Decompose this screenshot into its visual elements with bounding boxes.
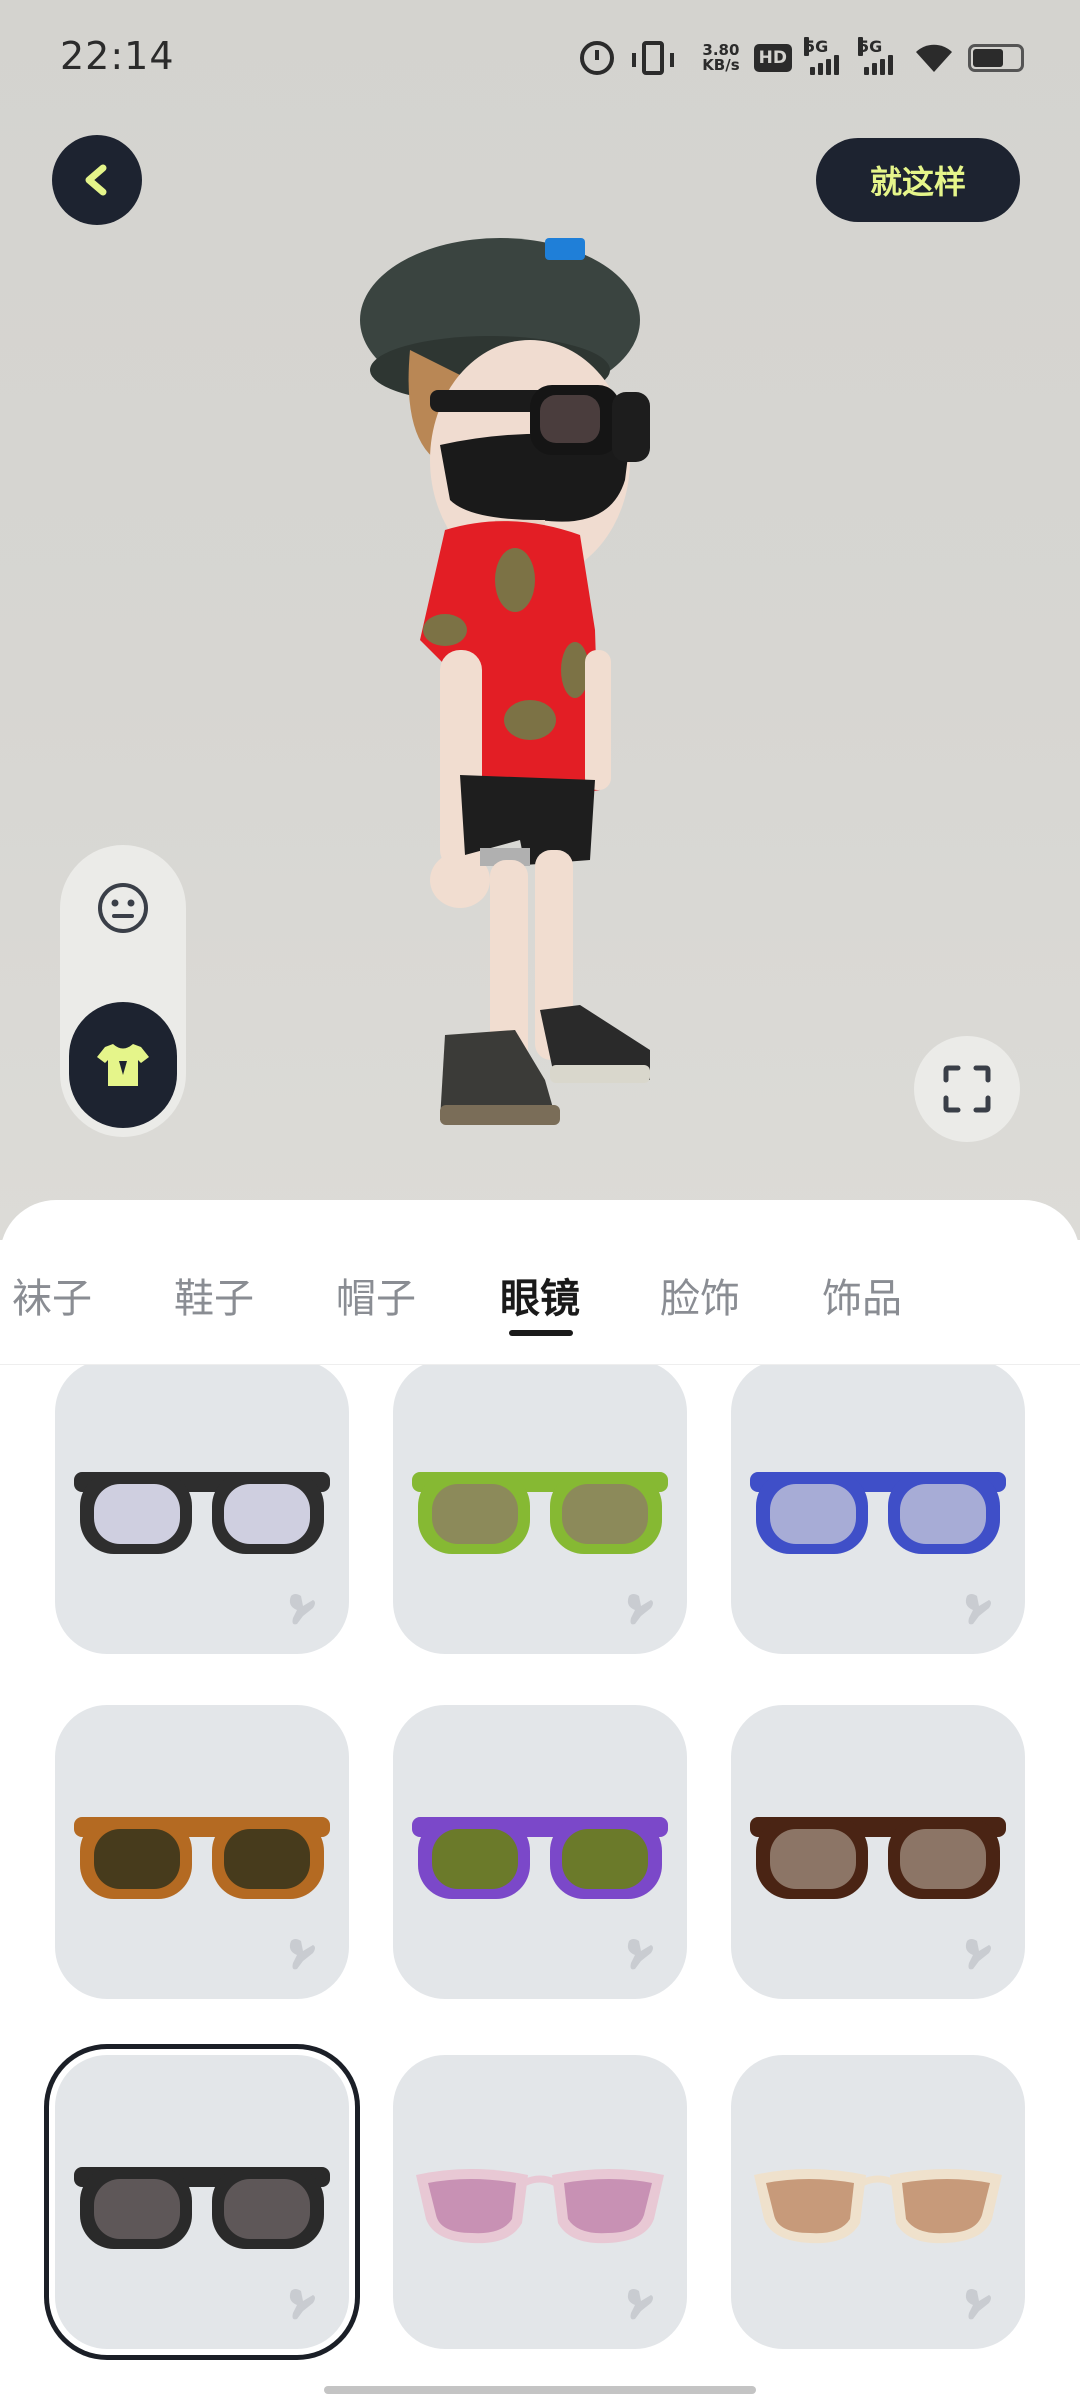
item-grid — [0, 1365, 1080, 2365]
chevron-left-icon — [85, 164, 107, 196]
glasses-item[interactable] — [393, 2055, 687, 2349]
glasses-thumbnail — [750, 1472, 1006, 1554]
glasses-item[interactable] — [731, 1705, 1025, 1999]
fullscreen-button[interactable] — [914, 1036, 1020, 1142]
hanger-icon — [965, 2289, 991, 2320]
hanger-icon — [627, 1594, 653, 1625]
done-button[interactable]: 就这样 — [816, 138, 1020, 222]
avatar-stage[interactable]: 22:14 3.80 KB/s HD 5G 5G 就这样 — [0, 0, 1080, 1240]
glasses-thumbnail — [74, 1817, 330, 1899]
active-tab-indicator — [509, 1330, 573, 1336]
glasses-thumbnail — [412, 1817, 668, 1899]
hd-icon: HD — [753, 44, 792, 72]
signal-1-label: 5G — [804, 37, 829, 56]
back-button[interactable] — [52, 135, 142, 225]
status-bar: 22:14 3.80 KB/s HD 5G 5G — [0, 0, 1080, 112]
category-tabs: 袜子 鞋子 帽子 眼镜 脸饰 饰品 — [0, 1200, 1080, 1365]
tab-face-accessories[interactable]: 脸饰 — [660, 1266, 740, 1326]
hanger-icon — [627, 1939, 653, 1970]
hanger-icon — [965, 1939, 991, 1970]
customize-sheet: 袜子 鞋子 帽子 眼镜 脸饰 饰品 — [0, 1200, 1080, 2400]
tab-shoes[interactable]: 鞋子 — [174, 1266, 254, 1326]
mode-switcher — [60, 845, 186, 1137]
hanger-icon — [289, 1939, 315, 1970]
battery-icon — [968, 44, 1024, 72]
glasses-thumbnail — [750, 1817, 1006, 1899]
network-speed: 3.80 KB/s — [702, 43, 739, 73]
face-mode-button[interactable] — [96, 881, 150, 935]
glasses-thumbnail — [74, 1472, 330, 1554]
status-icons: 3.80 KB/s HD 5G 5G — [580, 36, 1024, 80]
hanger-icon — [289, 1594, 315, 1625]
glasses-thumbnail — [412, 1472, 668, 1554]
wifi-icon — [914, 42, 954, 74]
glasses-thumbnail — [74, 2167, 330, 2249]
signal-icon-2: 5G — [858, 37, 900, 75]
home-indicator — [324, 2386, 756, 2394]
network-speed-unit: KB/s — [702, 56, 740, 74]
face-icon — [98, 883, 148, 933]
glasses-thumbnail — [754, 2169, 1002, 2244]
hanger-icon — [289, 2289, 315, 2320]
tshirt-icon — [97, 1044, 149, 1086]
vibrate-icon — [632, 41, 675, 75]
alarm-icon — [580, 41, 615, 75]
tab-accessories[interactable]: 饰品 — [822, 1266, 902, 1326]
glasses-thumbnail — [416, 2169, 664, 2244]
status-time: 22:14 — [60, 34, 175, 78]
glasses-item[interactable] — [55, 2055, 349, 2349]
fullscreen-icon — [943, 1065, 991, 1113]
hanger-icon — [627, 2289, 653, 2320]
avatar-figure[interactable] — [340, 200, 720, 1160]
glasses-item[interactable] — [393, 1365, 687, 1654]
tab-glasses[interactable]: 眼镜 — [500, 1266, 580, 1326]
tab-socks[interactable]: 袜子 — [12, 1266, 92, 1326]
hanger-icon — [965, 1594, 991, 1625]
glasses-item[interactable] — [731, 2055, 1025, 2349]
glasses-item[interactable] — [393, 1705, 687, 1999]
glasses-item[interactable] — [731, 1365, 1025, 1654]
signal-icon-1: 5G — [804, 37, 846, 75]
outfit-mode-button[interactable] — [69, 1002, 177, 1128]
signal-2-label: 5G — [858, 37, 883, 56]
glasses-item[interactable] — [55, 1705, 349, 1999]
tab-hats[interactable]: 帽子 — [336, 1266, 416, 1326]
glasses-item[interactable] — [55, 1365, 349, 1654]
